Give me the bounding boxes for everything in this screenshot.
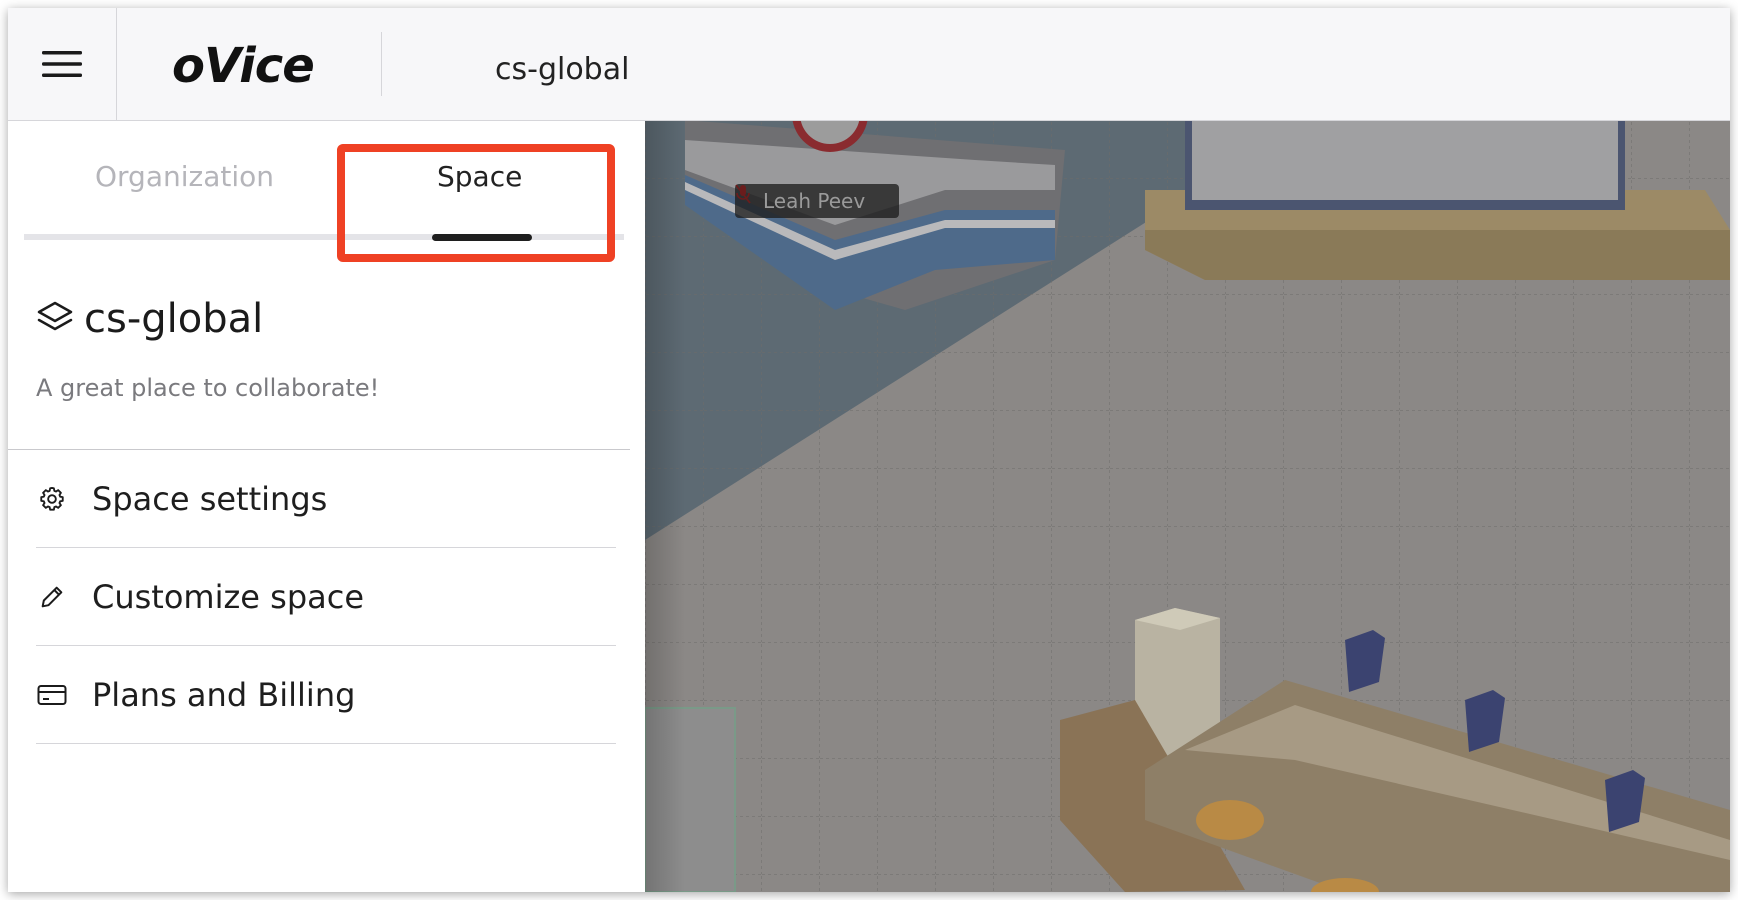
user-name: Leah Peev <box>763 189 866 213</box>
space-menu: Space settings Customize space Plans and… <box>36 450 616 744</box>
space-title: cs-global <box>495 52 630 87</box>
virtual-space-map[interactable]: Leah Peev <box>645 120 1730 892</box>
customize-space-label: Customize space <box>92 577 365 616</box>
customize-space-item[interactable]: Customize space <box>36 548 616 646</box>
space-name: cs-global <box>84 296 264 342</box>
space-settings-label: Space settings <box>92 479 328 518</box>
plans-billing-item[interactable]: Plans and Billing <box>36 646 616 744</box>
ovice-logo[interactable]: oVice <box>172 38 315 94</box>
user-name-tag[interactable]: Leah Peev <box>735 184 899 218</box>
tab-organization[interactable]: Organization <box>95 160 274 193</box>
sidebar-tabs: Organization Space <box>24 120 624 242</box>
space-settings-item[interactable]: Space settings <box>36 450 616 548</box>
top-bar: oVice cs-global <box>8 8 1730 121</box>
pencil-icon <box>36 581 68 613</box>
map-illustration <box>645 120 1730 892</box>
tab-space[interactable]: Space <box>437 160 522 193</box>
hamburger-menu-button[interactable] <box>8 8 117 120</box>
app-window: oVice cs-global Organization Space cs-gl… <box>8 8 1730 892</box>
layers-icon <box>37 301 73 331</box>
header-divider <box>381 32 382 96</box>
gear-icon <box>36 483 68 515</box>
space-header: cs-global <box>36 296 263 342</box>
credit-card-icon <box>36 679 68 711</box>
plans-billing-label: Plans and Billing <box>92 675 356 714</box>
space-description: A great place to collaborate! <box>36 374 380 402</box>
active-tab-indicator <box>432 234 532 241</box>
space-sidebar: Organization Space cs-global A great pla… <box>8 120 645 892</box>
hamburger-icon <box>42 51 82 77</box>
tab-track <box>24 234 624 240</box>
